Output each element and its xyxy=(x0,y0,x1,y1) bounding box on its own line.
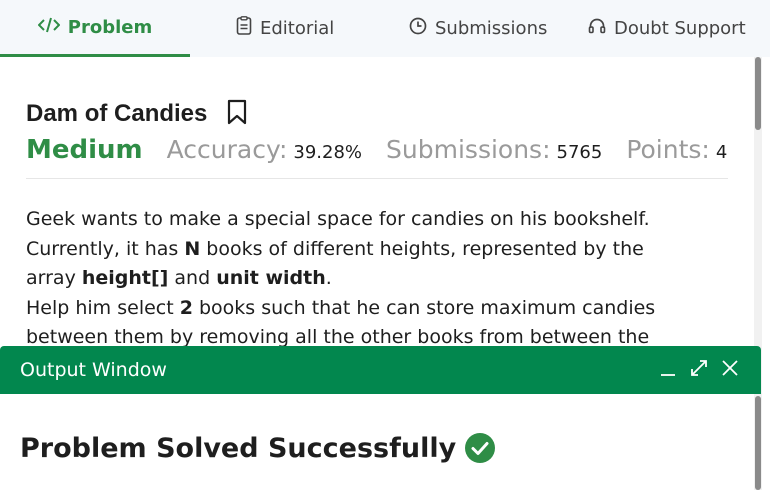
problem-description: Geek wants to make a special space for c… xyxy=(26,205,726,347)
expand-icon[interactable] xyxy=(689,358,709,378)
submissions-value: 5765 xyxy=(556,142,603,163)
minimize-icon[interactable] xyxy=(659,358,677,378)
tab-doubt-support-label: Doubt Support xyxy=(614,18,746,39)
tab-editorial[interactable]: Editorial xyxy=(236,0,334,57)
tab-problem-label: Problem xyxy=(67,16,153,38)
problem-panel: Dam of Candies Medium Accuracy: 39.28% S… xyxy=(0,57,752,347)
output-scrollbar-thumb[interactable] xyxy=(755,396,761,490)
tab-problem[interactable]: Problem xyxy=(0,0,190,57)
points-value: 4 xyxy=(715,142,728,163)
problem-title-row: Dam of Candies xyxy=(26,99,247,129)
description-line: array height[] and unit width. xyxy=(26,267,332,289)
tab-submissions-label: Submissions xyxy=(435,18,548,39)
problem-meta: Medium Accuracy: 39.28% Submissions: 576… xyxy=(26,135,751,165)
close-icon[interactable] xyxy=(721,359,739,377)
output-window: Output Window Problem Solved Successfull… xyxy=(0,346,761,490)
headset-icon xyxy=(588,17,614,40)
output-window-controls xyxy=(659,358,739,378)
tab-editorial-label: Editorial xyxy=(260,18,335,39)
description-line: Geek wants to make a special space for c… xyxy=(26,208,650,230)
success-message: Problem Solved Successfully xyxy=(20,432,457,464)
bookmark-icon[interactable] xyxy=(227,99,247,129)
description-line: Currently, it has N books of different h… xyxy=(26,237,644,260)
difficulty-badge: Medium xyxy=(26,135,143,165)
tab-doubt-support[interactable]: Doubt Support xyxy=(588,0,746,57)
points-label: Points: xyxy=(626,135,710,164)
clock-icon xyxy=(409,17,435,40)
document-icon xyxy=(236,16,260,41)
tab-submissions[interactable]: Submissions xyxy=(409,0,547,57)
accuracy-value: 39.28% xyxy=(293,142,363,163)
description-line: Help him select 2 books such that he can… xyxy=(26,296,656,319)
tab-bar: Problem Editorial Submissions Doubt Supp… xyxy=(0,0,770,57)
output-window-title: Output Window xyxy=(20,359,167,381)
description-line: between them by removing all the other b… xyxy=(26,326,650,347)
check-circle-icon xyxy=(464,432,496,464)
accuracy-label: Accuracy: xyxy=(166,135,288,164)
submissions-label: Submissions: xyxy=(386,135,551,164)
problem-title: Dam of Candies xyxy=(26,100,208,127)
code-icon xyxy=(37,16,68,39)
problem-scrollbar-thumb[interactable] xyxy=(755,57,761,130)
output-window-header: Output Window xyxy=(0,346,761,394)
divider xyxy=(26,178,728,179)
output-result: Problem Solved Successfully xyxy=(20,432,496,464)
